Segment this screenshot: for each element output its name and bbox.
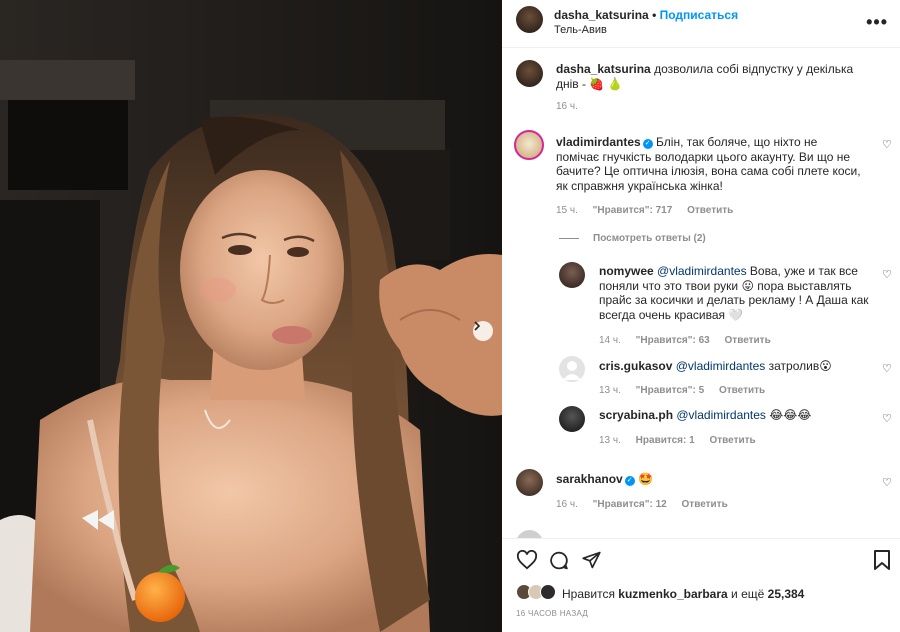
comment-body: 🤩	[638, 472, 653, 486]
comment-time: 15 ч.	[556, 205, 578, 216]
comments-list[interactable]: dasha_katsurina дозволила собі відпустку…	[502, 48, 900, 538]
post-photo[interactable]	[0, 0, 502, 632]
verified-icon: ✓	[642, 139, 653, 149]
verified-icon: ✓	[624, 476, 635, 486]
reply-likes[interactable]: Нравится: 1	[636, 435, 695, 446]
caption-time: 16 ч.	[556, 101, 578, 112]
reply-text: scryabina.ph @vladimirdantes 😂😂😂	[599, 408, 874, 423]
comment-avatar[interactable]	[516, 469, 543, 496]
view-replies-button[interactable]: Посмотреть ответы (2)	[559, 233, 706, 244]
reply-likes[interactable]: "Нравится": 63	[636, 335, 710, 346]
mention-link[interactable]: @vladimirdantes	[657, 264, 747, 278]
comment-like-icon[interactable]: ♡	[882, 476, 892, 489]
bookmark-icon[interactable]	[874, 550, 890, 570]
likes-summary[interactable]: Нравится kuzmenko_barbara и ещё 25,384	[562, 587, 804, 601]
comment-meta: 16 ч. "Нравится": 12 Ответить	[556, 499, 740, 510]
likes-count[interactable]: 25,384	[768, 587, 805, 601]
comment-likes[interactable]: "Нравится": 717	[593, 205, 673, 216]
photo-illustration	[0, 0, 502, 632]
author-avatar[interactable]	[516, 6, 543, 33]
reply-meta: 13 ч. "Нравится": 5 Ответить	[599, 385, 777, 396]
comment-icon[interactable]	[548, 550, 570, 571]
reply-likes[interactable]: "Нравится": 5	[636, 385, 705, 396]
reply-username[interactable]: scryabina.ph	[599, 408, 673, 422]
reply-username[interactable]: nomywee	[599, 264, 654, 278]
comment-likes[interactable]: "Нравится": 12	[593, 499, 667, 510]
reply-button[interactable]: Ответить	[709, 435, 755, 446]
follow-button[interactable]: Подписаться	[660, 8, 738, 22]
carousel-next-button[interactable]	[473, 321, 493, 341]
chevron-right-icon	[474, 321, 481, 331]
heart-icon[interactable]	[516, 550, 538, 570]
reply-body: 😂😂😂	[765, 408, 812, 422]
reply-avatar[interactable]	[559, 262, 585, 288]
likes-user[interactable]: kuzmenko_barbara	[618, 587, 727, 601]
reply-avatar[interactable]	[559, 406, 585, 432]
comment-like-icon[interactable]: ♡	[882, 138, 892, 151]
comment-avatar[interactable]	[516, 530, 543, 538]
caption-avatar[interactable]	[516, 60, 543, 87]
divider	[559, 238, 579, 239]
comment-username[interactable]: vladimirdantes	[556, 135, 641, 149]
post-side-panel: dasha_katsurina • Подписаться Тель-Авив …	[502, 0, 900, 632]
default-avatar-icon	[563, 361, 581, 380]
reply-avatar[interactable]	[559, 356, 585, 382]
view-replies-label: Посмотреть ответы (2)	[593, 233, 706, 244]
reply-text: cris.gukasov @vladimirdantes затролив😮	[599, 359, 874, 374]
caption: dasha_katsurina дозволила собі відпустку…	[556, 62, 878, 91]
mention-link[interactable]: @vladimirdantes	[676, 408, 766, 422]
reply-button[interactable]: Ответить	[719, 385, 765, 396]
likes-suffix: и ещё	[731, 587, 765, 601]
reply-like-icon[interactable]: ♡	[882, 362, 892, 375]
reply-username[interactable]: cris.gukasov	[599, 359, 672, 373]
comment-username[interactable]: sarakhanov	[556, 472, 623, 486]
comment-time: 16 ч.	[556, 499, 578, 510]
comment-text: sarakhanov ✓ 🤩	[556, 472, 861, 487]
reply-meta: 13 ч. Нравится: 1 Ответить	[599, 435, 768, 446]
reply-time: 14 ч.	[599, 335, 621, 346]
comment-meta: 15 ч. "Нравится": 717 Ответить	[556, 205, 745, 216]
post-actions: Нравится kuzmenko_barbara и ещё 25,384 1…	[502, 538, 900, 632]
reply-meta: 14 ч. "Нравится": 63 Ответить	[599, 335, 783, 346]
post-time-ago: 16 ЧАСОВ НАЗАД	[516, 609, 589, 618]
reply-time: 13 ч.	[599, 385, 621, 396]
post-header: dasha_katsurina • Подписаться Тель-Авив …	[502, 0, 900, 48]
reply-button[interactable]: Ответить	[725, 335, 771, 346]
post-location[interactable]: Тель-Авив	[554, 24, 607, 36]
reply-button[interactable]: Ответить	[682, 499, 728, 510]
share-icon[interactable]	[581, 550, 602, 570]
reply-like-icon[interactable]: ♡	[882, 412, 892, 425]
reply-time: 13 ч.	[599, 435, 621, 446]
author-username[interactable]: dasha_katsurina	[554, 8, 649, 22]
reply-like-icon[interactable]: ♡	[882, 268, 892, 281]
reply-text: nomywee @vladimirdantes Вова, уже и так …	[599, 264, 874, 322]
caption-username[interactable]: dasha_katsurina	[556, 62, 651, 76]
comment-text: vladimirdantes ✓ Блін, так боляче, що ніх…	[556, 135, 861, 193]
reply-body: затролив😮	[765, 359, 832, 373]
reply-button[interactable]: Ответить	[687, 205, 733, 216]
comment-avatar[interactable]	[514, 130, 544, 160]
likes-prefix: Нравится	[562, 587, 615, 601]
more-icon[interactable]: •••	[866, 12, 888, 33]
liker-avatar[interactable]	[540, 584, 556, 600]
mention-link[interactable]: @vladimirdantes	[676, 359, 766, 373]
